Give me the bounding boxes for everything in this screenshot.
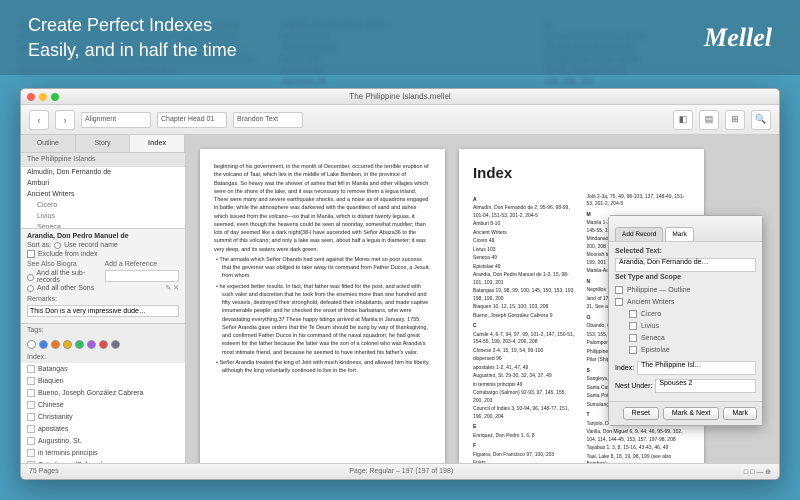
tag-color[interactable] [75,340,84,349]
list-item[interactable]: Chinese [21,399,185,411]
list-item[interactable]: Cicero [21,200,185,211]
sidebar: Outline Story Index The Philippine Islan… [21,135,186,463]
alignment-select[interactable]: Alignment [81,112,151,128]
popup-option[interactable]: Ancient Writers [615,296,756,308]
reset-button[interactable]: Reset [623,407,659,420]
tagline-2: Easily, and in half the time [28,40,237,60]
record-title: Arandia, Don Pedro Manuel de [27,233,179,240]
mark-button[interactable]: Mark [723,407,757,420]
index-list[interactable]: Almudín, Don Fernando deAmburiAncient Wr… [21,167,185,229]
popup-option[interactable]: Philippine — Outline [615,284,756,296]
index-heading: Index [473,163,690,186]
tb-icon[interactable]: ⊞ [725,110,745,130]
tag-color[interactable] [39,340,48,349]
window-title: The Philippine Islands.mellel [349,92,450,101]
tb-icon[interactable]: ◧ [673,110,693,130]
section-title: The Philippine Islands [21,153,185,167]
popup-option[interactable]: Epistolae [615,344,756,356]
popup-option[interactable]: Livius [615,320,756,332]
sort-radio[interactable] [54,242,61,249]
fwd-button[interactable]: › [55,110,75,130]
minimize-icon[interactable] [39,93,47,101]
mark-next-button[interactable]: Mark & Next [663,407,720,420]
nest-select[interactable]: Spouses 2 [655,379,756,393]
popup-tab-add[interactable]: Add Record [615,227,663,241]
list-item[interactable]: Ancient Writers [21,189,185,200]
tab-outline[interactable]: Outline [21,135,76,152]
entries-list[interactable]: BatangasBiaquenBueno, Joseph González Ca… [21,363,185,463]
tag-color[interactable] [111,340,120,349]
ref-input[interactable] [105,270,180,282]
opt-radio[interactable] [27,285,34,292]
document-area[interactable]: beginning of his government, in the mont… [186,135,779,463]
popup-tab-mark[interactable]: Mark [665,227,693,241]
list-item[interactable]: in terminis principis [21,447,185,459]
zoom-icon[interactable] [51,93,59,101]
sort-label: Sort as: [27,242,51,249]
tab-index[interactable]: Index [130,135,185,152]
popup-option[interactable]: Cicero [615,308,756,320]
opt-radio[interactable] [27,274,34,281]
tag-row [21,337,185,352]
tag-color[interactable] [51,340,60,349]
brand-logo: Mellel [704,23,772,53]
list-item[interactable]: Livius [21,211,185,222]
list-item[interactable]: apostates [21,423,185,435]
style-select[interactable]: Chapter Head 01 [157,112,227,128]
toolbar: ‹ › Alignment Chapter Head 01 Brandon Te… [21,105,779,135]
tag-color[interactable] [27,340,36,349]
mark-popup: Add Record Mark Selected Text: Arandia, … [608,215,763,426]
close-icon[interactable] [27,93,35,101]
tag-color[interactable] [99,340,108,349]
status-bar: 75 Pages Page: Regular – 197 (197 of 198… [21,463,779,479]
popup-option[interactable]: Seneca [615,332,756,344]
list-item[interactable]: Augustino, St. [21,435,185,447]
search-icon[interactable]: 🔍 [751,110,771,130]
record-panel: Arandia, Don Pedro Manuel de Sort as: Us… [21,229,185,324]
list-item[interactable]: Christianity [21,411,185,423]
list-item[interactable]: Seneca [21,222,185,229]
remarks-input[interactable] [27,305,179,317]
list-item[interactable]: Bueno, Joseph González Cabrera [21,387,185,399]
page-left: beginning of his government, in the mont… [200,149,445,463]
font-select[interactable]: Brandon Text [233,112,303,128]
exclude-check[interactable] [27,250,35,258]
app-window: The Philippine Islands.mellel ‹ › Alignm… [20,88,780,480]
list-item[interactable]: Biaquen [21,375,185,387]
tb-icon[interactable]: ▤ [699,110,719,130]
index-select[interactable]: The Philippine Isl… [637,361,756,375]
selected-text: Arandia, Don Fernando de… [615,258,756,272]
tag-color[interactable] [63,340,72,349]
list-item[interactable]: Amburi [21,178,185,189]
tag-color[interactable] [87,340,96,349]
list-item[interactable]: Almudín, Don Fernando de [21,167,185,178]
tagline-1: Create Perfect Indexes [28,15,212,35]
tab-story[interactable]: Story [76,135,131,152]
list-item[interactable]: Batangas [21,363,185,375]
back-button[interactable]: ‹ [29,110,49,130]
titlebar: The Philippine Islands.mellel [21,89,779,105]
